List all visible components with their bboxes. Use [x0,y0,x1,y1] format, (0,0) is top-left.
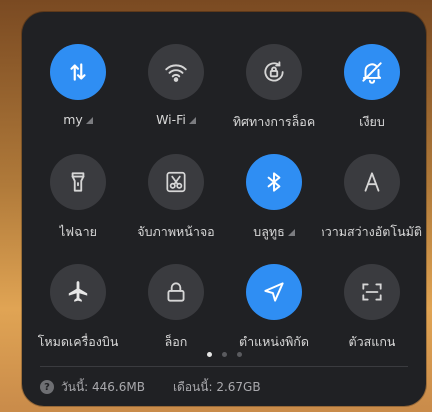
page-dot[interactable] [221,352,227,357]
data-transfer-icon[interactable] [50,44,106,100]
tile-label: ตำแหน่งพิกัด [238,334,309,349]
tile-flashlight[interactable]: ไฟฉาย [28,132,128,242]
flashlight-icon[interactable] [50,154,106,210]
bluetooth-icon[interactable] [246,154,302,210]
tile-label: โหมดเครื่องบิน [37,334,119,349]
submenu-indicator-icon [85,117,93,124]
lock-icon[interactable] [148,264,204,320]
silent-bell-icon[interactable] [344,44,400,100]
page-dot[interactable] [206,352,212,357]
tile-label: เงียบ [359,114,385,129]
tile-auto-brightness[interactable]: ความสว่างอัตโนมัติ [322,132,422,242]
tile-lock[interactable]: ล็อก [126,242,226,352]
wifi-icon[interactable] [148,44,204,100]
tile-airplane-mode[interactable]: โหมดเครื่องบิน [28,242,128,352]
month-usage: เดือนนี้: 2.67GB [172,379,261,394]
page-dot[interactable] [236,352,242,357]
divider [40,366,408,367]
tile-wifi[interactable]: Wi-Fi [126,22,226,132]
scanner-icon[interactable] [344,264,400,320]
tile-bluetooth[interactable]: บลูทูธ [224,132,324,242]
tile-label: ล็อก [164,334,188,349]
rotation-lock-icon[interactable] [246,44,302,100]
data-usage-footer: ? วันนี้: 446.6MB เดือนนี้: 2.67GB [40,377,261,397]
help-icon[interactable]: ? [40,380,54,394]
tile-screenshot[interactable]: จับภาพหน้าจอ [126,132,226,242]
auto-brightness-icon[interactable] [344,154,400,210]
tile-mobile-data[interactable]: my [28,22,128,132]
tile-label: จับภาพหน้าจอ [137,224,215,239]
tile-rotation-lock[interactable]: ทิศทางการล็อค [224,22,324,132]
tile-label: Wi-Fi [156,112,186,127]
tile-label: ทิศทางการล็อค [232,114,316,129]
submenu-indicator-icon [188,117,196,124]
tile-label: ความสว่างอัตโนมัติ [322,224,422,239]
screenshot-icon[interactable] [148,154,204,210]
location-icon[interactable] [246,264,302,320]
tile-location[interactable]: ตำแหน่งพิกัด [224,242,324,352]
today-usage: วันนี้: 446.6MB [61,379,145,394]
page-indicator [22,352,426,357]
tile-silent[interactable]: เงียบ [322,22,422,132]
tile-scanner[interactable]: ตัวสแกน [322,242,422,352]
tile-label: my [63,112,83,127]
quick-tiles-grid: my Wi-Fi ทิศทางการล็อค เงียบ ไฟฉาย จับภา… [22,12,426,349]
tile-label: ไฟฉาย [59,224,97,239]
tile-label: ตัวสแกน [348,334,396,349]
airplane-icon[interactable] [50,264,106,320]
quick-settings-panel: my Wi-Fi ทิศทางการล็อค เงียบ ไฟฉาย จับภา… [22,12,426,406]
submenu-indicator-icon [287,229,295,236]
tile-label: บลูทูธ [253,224,285,239]
